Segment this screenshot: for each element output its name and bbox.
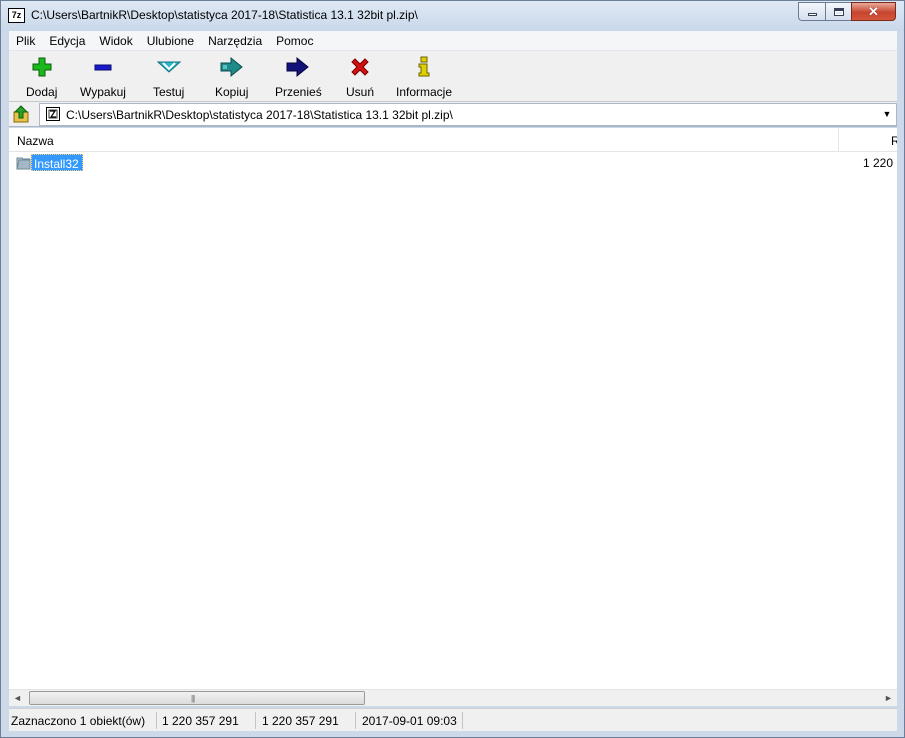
up-folder-button[interactable] (12, 105, 32, 123)
close-icon: ✕ (868, 4, 879, 19)
status-bar: Zaznaczono 1 obiekt(ów) 1 220 357 291 1 … (9, 708, 897, 731)
status-packed-size: 1 220 357 291 (262, 714, 339, 728)
list-item-name[interactable]: Install32 (31, 154, 83, 171)
menu-plik[interactable]: Plik (9, 34, 42, 48)
delete-button[interactable]: Usuń (346, 55, 374, 99)
delete-x-icon (348, 55, 372, 78)
move-arrow-icon (286, 55, 310, 78)
folder-icon (16, 155, 32, 170)
minimize-button[interactable] (798, 2, 825, 21)
status-selection: Zaznaczono 1 obiekt(ów) (11, 714, 146, 728)
move-button[interactable]: Przenieś (275, 55, 322, 99)
plus-icon (30, 55, 54, 78)
title-bar[interactable]: 7z C:\Users\BartnikR\Desktop\statistyca … (1, 1, 904, 31)
menu-edycja[interactable]: Edycja (42, 34, 92, 48)
address-dropdown-icon[interactable]: ▼ (880, 107, 894, 122)
scroll-thumb[interactable]: ||| (29, 691, 365, 705)
add-button[interactable]: Dodaj (26, 55, 57, 99)
grip-icon: ||| (191, 694, 195, 703)
column-header-size[interactable]: R (840, 128, 897, 151)
extract-label: Wypakuj (80, 85, 126, 99)
copy-arrow-icon (220, 55, 244, 78)
list-item[interactable]: Install32 1 220 3 (9, 153, 897, 173)
check-chevron-icon (156, 55, 181, 78)
info-label: Informacje (396, 85, 453, 99)
status-divider (462, 712, 463, 729)
address-bar: C:\Users\BartnikR\Desktop\statistyca 201… (9, 102, 897, 127)
extract-button[interactable]: Wypakuj (80, 55, 126, 99)
copy-button[interactable]: Kopiuj (215, 55, 248, 99)
copy-label: Kopiuj (215, 85, 249, 99)
add-label: Dodaj (26, 85, 58, 99)
status-modified: 2017-09-01 09:03 (362, 714, 457, 728)
menu-widok[interactable]: Widok (92, 34, 139, 48)
window-title: C:\Users\BartnikR\Desktop\statistyca 201… (31, 8, 418, 22)
menu-ulubione[interactable]: Ulubione (140, 34, 201, 48)
menu-narzedzia[interactable]: Narzędzia (201, 34, 269, 48)
test-button[interactable]: Testuj (153, 55, 184, 99)
status-size: 1 220 357 291 (162, 714, 239, 728)
address-input[interactable]: C:\Users\BartnikR\Desktop\statistyca 201… (39, 103, 897, 126)
horizontal-scrollbar[interactable]: ◄ ||| ► (9, 689, 897, 706)
maximize-button[interactable] (825, 2, 851, 21)
status-divider (156, 712, 157, 729)
test-label: Testuj (153, 85, 185, 99)
status-divider (355, 712, 356, 729)
list-item-size: 1 220 3 (863, 156, 897, 170)
status-divider (255, 712, 256, 729)
list-header: Nazwa R (9, 128, 897, 152)
address-path: C:\Users\BartnikR\Desktop\statistyca 201… (66, 108, 453, 122)
info-icon (412, 55, 436, 78)
menu-bar: Plik Edycja Widok Ulubione Narzędzia Pom… (9, 31, 897, 51)
column-header-name[interactable]: Nazwa (9, 128, 839, 151)
file-list[interactable]: Nazwa R Install32 1 220 3 (9, 128, 897, 691)
maximize-icon (833, 7, 844, 16)
7zip-app-icon[interactable]: 7z (8, 8, 25, 23)
archive-icon (46, 107, 60, 121)
close-button[interactable]: ✕ (851, 2, 896, 21)
menu-pomoc[interactable]: Pomoc (269, 34, 320, 48)
minus-icon (91, 55, 115, 78)
toolbar: Dodaj Wypakuj Testuj Kopiuj Przenieś Usu… (9, 51, 897, 102)
up-arrow-folder-icon (13, 105, 29, 123)
window-controls: ✕ (798, 2, 896, 21)
move-label: Przenieś (275, 85, 322, 99)
scroll-right-icon[interactable]: ► (880, 690, 897, 706)
scroll-left-icon[interactable]: ◄ (9, 690, 26, 706)
delete-label: Usuń (346, 85, 375, 99)
minimize-icon (807, 13, 817, 16)
info-button[interactable]: Informacje (396, 55, 452, 99)
app-window: 7z C:\Users\BartnikR\Desktop\statistyca … (0, 0, 905, 738)
